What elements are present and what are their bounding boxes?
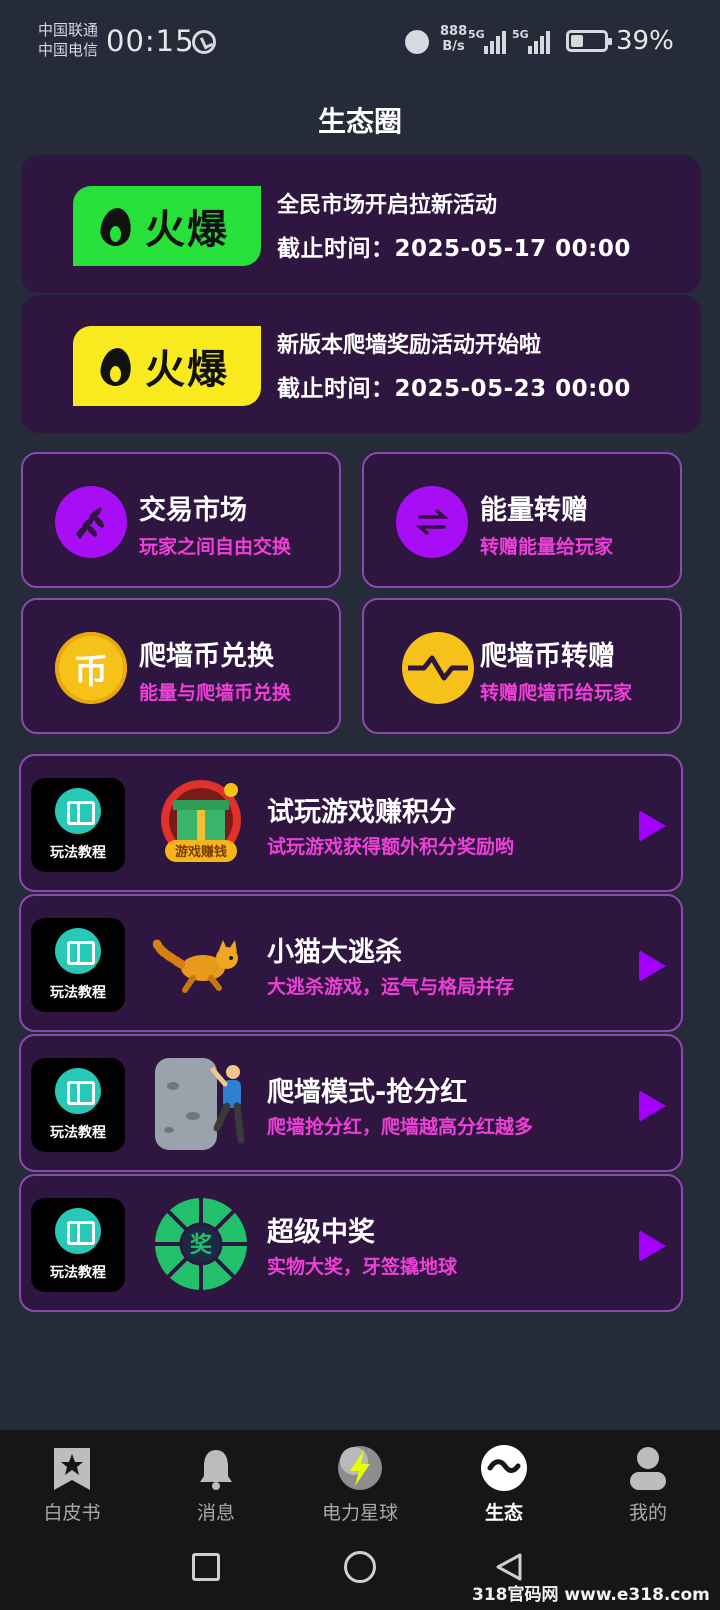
home-icon[interactable] [344, 1551, 376, 1583]
tile-title: 爬墙币转赠 [480, 641, 615, 672]
data-saver-icon [192, 30, 216, 54]
network-speed: 888 B/s [440, 24, 467, 54]
game-subtitle: 试玩游戏获得额外积分奖励哟 [267, 836, 515, 858]
nav-ecology[interactable]: 生态 [432, 1430, 576, 1530]
tile-title: 交易市场 [139, 495, 247, 526]
hot-badge-label: 火爆 [145, 347, 229, 393]
banner-deadline: 截止时间：2025-05-23 00:00 [277, 376, 631, 402]
prize-wheel-center: 奖 [190, 1232, 213, 1258]
battery-percent: 39% [616, 26, 674, 56]
banner-title: 全民市场开启拉新活动 [277, 193, 498, 218]
user-icon [624, 1444, 672, 1492]
coin-transfer-icon [402, 632, 474, 704]
network-speed-value: 888 [440, 24, 468, 39]
tile-subtitle: 玩家之间自由交换 [139, 536, 292, 558]
bottom-nav: 白皮书 消息 电力星球 生态 我的 [0, 1430, 720, 1530]
carrier-2: 中国电信 [38, 41, 99, 59]
tile-subtitle: 转赠能量给玩家 [480, 536, 614, 558]
signal-2-label: 5G [512, 28, 529, 41]
nav-label: 生态 [484, 1502, 523, 1524]
game-row-wall-climb[interactable]: 玩法教程 爬墙模式-抢分红 爬墙抢分红，爬墙越高分红越多 [19, 1034, 683, 1172]
ecology-wave-icon [480, 1444, 528, 1492]
game-title: 小猫大逃杀 [267, 937, 402, 968]
leaf-icon [55, 486, 127, 558]
page-title: 生态圈 [317, 105, 402, 138]
play-icon[interactable] [639, 1230, 666, 1262]
recent-apps-icon[interactable] [192, 1553, 220, 1581]
tutorial-button[interactable]: 玩法教程 [31, 778, 125, 872]
tutorial-button[interactable]: 玩法教程 [31, 1198, 125, 1292]
coin-icon: 币 [55, 632, 127, 704]
play-icon[interactable] [639, 1090, 666, 1122]
book-icon [55, 1068, 101, 1114]
game-title: 爬墙模式-抢分红 [267, 1077, 468, 1108]
tile-subtitle: 能量与爬墙币兑换 [139, 682, 292, 704]
gift-box-caption: 游戏赚钱 [175, 844, 227, 860]
signal-icon: 5G [468, 28, 512, 54]
back-icon[interactable] [494, 1552, 524, 1582]
nav-label: 消息 [196, 1502, 235, 1524]
status-bar: 中国联通 中国电信 00:15 888 B/s 5G 5G 39% [0, 0, 720, 84]
tile-subtitle: 转赠爬墙币给玩家 [480, 682, 633, 704]
banner-title: 新版本爬墙奖励活动开始啦 [277, 333, 542, 358]
climber-art [153, 1056, 249, 1152]
game-title: 超级中奖 [267, 1217, 375, 1248]
tutorial-label: 玩法教程 [50, 1265, 106, 1281]
tutorial-button[interactable]: 玩法教程 [31, 918, 125, 1012]
tile-title: 能量转赠 [480, 495, 588, 526]
hot-badge: 火爆 [73, 326, 261, 406]
transfer-arrows-icon [396, 486, 468, 558]
battery-icon [566, 30, 612, 52]
running-cat-art [152, 916, 249, 1012]
alarm-icon [405, 30, 429, 54]
lightning-planet-icon [336, 1444, 384, 1492]
event-banner-1[interactable]: 火爆 全民市场开启拉新活动 截止时间：2025-05-17 00:00 [21, 155, 701, 293]
play-icon[interactable] [639, 950, 666, 982]
tutorial-button[interactable]: 玩法教程 [31, 1058, 125, 1152]
tutorial-label: 玩法教程 [50, 1125, 106, 1141]
nav-label: 白皮书 [43, 1502, 101, 1524]
coin-transfer-tile[interactable]: 爬墙币转赠 转赠爬墙币给玩家 [362, 598, 682, 734]
flame-icon [97, 342, 137, 390]
energy-transfer-tile[interactable]: 能量转赠 转赠能量给玩家 [362, 452, 682, 588]
signal-icon: 5G [512, 28, 556, 54]
nav-label: 电力星球 [321, 1502, 398, 1524]
watermark: 318官码网 www.e318.com [472, 1585, 710, 1605]
tutorial-label: 玩法教程 [50, 985, 106, 1001]
event-banner-2[interactable]: 火爆 新版本爬墙奖励活动开始啦 截止时间：2025-05-23 00:00 [21, 295, 701, 433]
game-row-cat-battle[interactable]: 玩法教程 小猫大逃杀 大逃杀游戏，运气与格局并存 [19, 894, 683, 1032]
game-row-super-prize[interactable]: 玩法教程 奖 超级中奖 实物大奖，牙签撬地球 [19, 1174, 683, 1312]
book-icon [55, 1208, 101, 1254]
game-row-trial-games[interactable]: 玩法教程 游戏赚钱 试玩游戏赚积分 试玩游戏获得额外积分奖励哟 [19, 754, 683, 892]
tutorial-label: 玩法教程 [50, 845, 106, 861]
book-icon [55, 788, 101, 834]
game-subtitle: 爬墙抢分红，爬墙越高分红越多 [267, 1116, 534, 1138]
carrier-names: 中国联通 中国电信 [38, 20, 98, 60]
coin-exchange-tile[interactable]: 币 爬墙币兑换 能量与爬墙币兑换 [21, 598, 341, 734]
trading-market-tile[interactable]: 交易市场 玩家之间自由交换 [21, 452, 341, 588]
nav-label: 我的 [628, 1502, 667, 1524]
hot-badge: 火爆 [73, 186, 261, 266]
flame-icon [97, 202, 137, 250]
game-title: 试玩游戏赚积分 [267, 797, 456, 828]
clock-time: 00:15 [106, 24, 195, 58]
network-speed-unit: B/s [442, 39, 465, 54]
prize-wheel-art: 奖 [153, 1196, 249, 1292]
bookmark-star-icon [48, 1444, 96, 1492]
banner-deadline: 截止时间：2025-05-17 00:00 [277, 236, 631, 262]
book-icon [55, 928, 101, 974]
game-subtitle: 实物大奖，牙签撬地球 [267, 1256, 458, 1278]
hot-badge-label: 火爆 [145, 207, 229, 253]
game-subtitle: 大逃杀游戏，运气与格局并存 [267, 976, 515, 998]
nav-messages[interactable]: 消息 [144, 1430, 288, 1530]
gift-box-art: 游戏赚钱 [153, 776, 249, 872]
tile-title: 爬墙币兑换 [139, 641, 274, 672]
nav-whitepaper[interactable]: 白皮书 [0, 1430, 144, 1530]
bell-icon [192, 1444, 240, 1492]
nav-power-planet[interactable]: 电力星球 [288, 1430, 432, 1530]
play-icon[interactable] [639, 810, 666, 842]
nav-profile[interactable]: 我的 [576, 1430, 720, 1530]
signal-1-label: 5G [468, 28, 485, 41]
carrier-1: 中国联通 [38, 21, 99, 39]
